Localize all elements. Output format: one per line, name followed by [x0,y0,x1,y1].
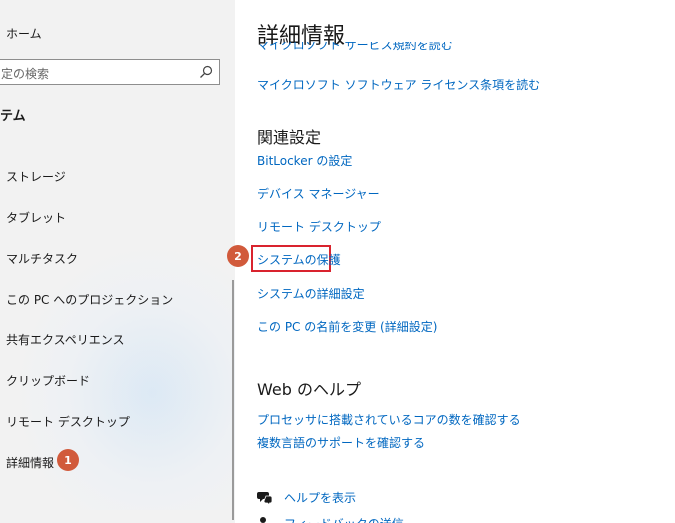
sidebar-home-link[interactable]: ホーム [6,25,42,42]
sidebar-item-label: リモート デスクトップ [6,415,130,429]
language-support-help-link[interactable]: 複数言語のサポートを確認する [257,434,425,451]
sidebar-item-label: 共有エクスペリエンス [6,333,125,347]
sidebar-item-remote-desktop[interactable]: リモート デスクトップ [0,406,230,436]
sidebar-item-label: ストレージ [6,170,66,184]
sidebar-scrollbar[interactable] [232,280,234,520]
processor-cores-help-link[interactable]: プロセッサに搭載されているコアの数を確認する [257,411,521,428]
device-manager-link[interactable]: デバイス マネージャー [257,185,380,202]
feedback-label: フィードバックの送信 [284,515,404,523]
feedback-person-icon [260,517,266,523]
service-agreement-link[interactable]: マイクロソフト サービス規約を読む [257,42,453,52]
step-badge-1: 1 [57,449,79,471]
sidebar-item-clipboard[interactable]: クリップボード [0,365,230,395]
sidebar-item-label: クリップボード [6,374,91,388]
license-terms-link[interactable]: マイクロソフト ソフトウェア ライセンス条項を読む [257,76,540,93]
sidebar-item-label: この PC へのプロジェクション [6,293,174,307]
sidebar-item-label: マルチタスク [6,252,79,266]
get-help-link[interactable]: ヘルプを表示 [257,487,457,507]
search-icon [200,65,213,78]
remote-desktop-link[interactable]: リモート デスクトップ [257,218,381,235]
feedback-link[interactable]: フィードバックの送信 [257,513,457,523]
service-agreement-link-text: マイクロソフト サービス規約を読む [257,42,453,52]
system-protection-link[interactable]: システムの保護 [257,251,341,268]
chat-bubbles-icon [257,492,273,505]
sidebar-item-about[interactable]: 詳細情報 [0,447,230,477]
sidebar-item-shared-experiences[interactable]: 共有エクスペリエンス [0,324,230,354]
bitlocker-settings-link[interactable]: BitLocker の設定 [257,152,352,169]
sidebar-item-tablet[interactable]: タブレット [0,202,230,232]
step-badge-2: 2 [227,245,249,267]
web-help-heading: Web のヘルプ [257,380,361,399]
advanced-system-settings-link[interactable]: システムの詳細設定 [257,285,365,302]
rename-pc-advanced-link[interactable]: この PC の名前を変更 (詳細設定) [257,318,437,335]
sidebar-item-label: 詳細情報 [6,456,55,470]
related-settings-heading: 関連設定 [257,128,322,147]
get-help-label: ヘルプを表示 [284,491,357,505]
sidebar-item-label: タブレット [6,211,67,225]
sidebar: ホーム 定の検索 テム ストレージ タブレット マルチタスク この PC へのプ… [0,0,235,523]
sidebar-item-storage[interactable]: ストレージ [0,161,230,191]
settings-search-input[interactable]: 定の検索 [0,59,220,85]
sidebar-item-projection[interactable]: この PC へのプロジェクション [0,284,230,314]
main-content: 詳細情報 マイクロソフト サービス規約を読む マイクロソフト ソフトウェア ライ… [227,0,675,523]
sidebar-group-heading: テム [0,109,26,124]
search-placeholder: 定の検索 [1,67,50,81]
sidebar-item-multitasking[interactable]: マルチタスク [0,243,230,273]
